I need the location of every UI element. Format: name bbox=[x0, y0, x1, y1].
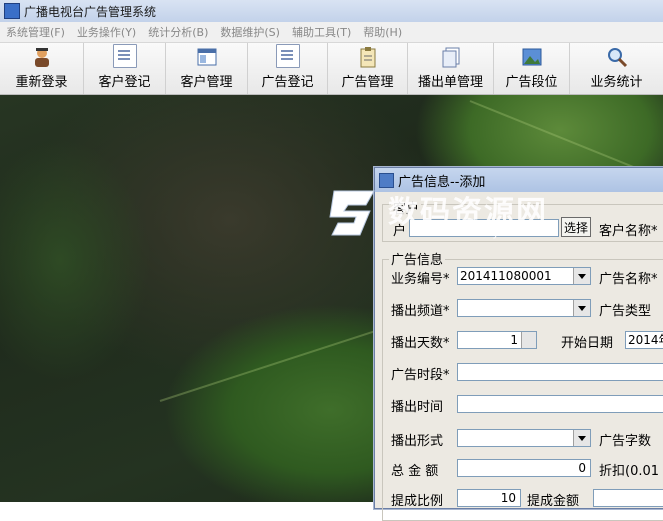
ad-register-button[interactable]: 广告登记 bbox=[248, 43, 328, 94]
customer-register-label: 客户登记 bbox=[98, 75, 151, 90]
magnifier-icon bbox=[606, 46, 628, 68]
menu-data-maintenance[interactable]: 数据维护(S) bbox=[214, 24, 286, 40]
menu-help[interactable]: 帮助(H) bbox=[357, 24, 408, 40]
business-stats-label: 业务统计 bbox=[590, 75, 643, 90]
leaf-vein bbox=[159, 328, 380, 402]
ad-slot-button[interactable]: 广告段位 bbox=[494, 43, 570, 94]
customer-manage-label: 客户管理 bbox=[180, 75, 233, 90]
watermark-logo-icon bbox=[329, 190, 375, 236]
broadcast-list-label: 播出单管理 bbox=[417, 75, 483, 90]
ad-register-label: 广告登记 bbox=[261, 75, 314, 90]
business-no-field[interactable]: 201411080001 bbox=[457, 267, 591, 285]
ad-type-label: 广告类型 bbox=[599, 304, 652, 319]
total-amount-value: 0 bbox=[578, 461, 586, 475]
watermark: 数码资源网 www.smzy.com bbox=[326, 183, 566, 243]
document-icon bbox=[112, 44, 137, 68]
toolbar: 重新登录 客户登记 客户管理 广告登记 广告管理 播出单管理 广告段位 业务统计 bbox=[0, 43, 663, 95]
commission-amount-field[interactable] bbox=[593, 489, 663, 507]
relogin-label: 重新登录 bbox=[15, 75, 68, 90]
clipboard-icon bbox=[357, 46, 379, 68]
ad-slot-field-label: 广告时段* bbox=[391, 368, 450, 383]
ad-manage-button[interactable]: 广告管理 bbox=[328, 43, 408, 94]
broadcast-form-select[interactable] bbox=[457, 429, 591, 447]
chevron-down-icon[interactable] bbox=[573, 430, 590, 446]
document-icon bbox=[275, 44, 300, 68]
broadcast-time-field[interactable] bbox=[457, 395, 663, 413]
business-no-label: 业务编号* bbox=[391, 272, 450, 287]
app-icon bbox=[4, 3, 20, 19]
broadcast-form-label: 播出形式 bbox=[391, 434, 444, 449]
stepper-arrows-icon[interactable] bbox=[521, 332, 536, 348]
broadcast-list-button[interactable]: 播出单管理 bbox=[408, 43, 494, 94]
app-titlebar: 广播电视台广告管理系统 bbox=[0, 0, 663, 22]
days-stepper[interactable]: 1 bbox=[457, 331, 537, 349]
broadcast-time-label: 播出时间 bbox=[391, 400, 444, 415]
menubar: 系统管理(F) 业务操作(Y) 统计分析(B) 数据维护(S) 辅助工具(T) … bbox=[0, 22, 663, 43]
commission-ratio-label: 提成比例 bbox=[391, 494, 444, 509]
menu-system[interactable]: 系统管理(F) bbox=[0, 24, 71, 40]
ad-slot-field[interactable] bbox=[457, 363, 663, 381]
customer-name-label: 客户名称* bbox=[599, 224, 658, 239]
watermark-url: www.smzy.com bbox=[436, 225, 528, 239]
days-label: 播出天数* bbox=[391, 336, 450, 351]
start-date-value: 2014年 bbox=[628, 333, 663, 347]
channel-select[interactable] bbox=[457, 299, 591, 317]
commission-ratio-value: 10 bbox=[500, 491, 516, 505]
ad-name-label: 广告名称* bbox=[599, 272, 658, 287]
menu-tools[interactable]: 辅助工具(T) bbox=[286, 24, 357, 40]
commission-amount-label: 提成金额 bbox=[527, 494, 580, 509]
customer-manage-button[interactable]: 客户管理 bbox=[166, 43, 248, 94]
documents-icon bbox=[440, 46, 462, 68]
channel-label: 播出频道* bbox=[391, 304, 450, 319]
picture-icon bbox=[521, 46, 543, 68]
menu-statistics[interactable]: 统计分析(B) bbox=[142, 24, 214, 40]
days-value: 1 bbox=[510, 333, 518, 347]
business-stats-button[interactable]: 业务统计 bbox=[570, 43, 663, 94]
total-amount-field[interactable]: 0 bbox=[457, 459, 591, 477]
ad-slot-label: 广告段位 bbox=[505, 75, 558, 90]
discount-label: 折扣(0.01 bbox=[599, 464, 660, 479]
ad-info-group-title: 广告信息 bbox=[389, 249, 446, 268]
window-icon bbox=[196, 46, 218, 68]
word-count-label: 广告字数 bbox=[599, 434, 652, 449]
ad-manage-label: 广告管理 bbox=[341, 75, 394, 90]
customer-register-button[interactable]: 客户登记 bbox=[84, 43, 166, 94]
start-date-label: 开始日期 bbox=[561, 336, 614, 351]
chevron-down-icon[interactable] bbox=[573, 268, 590, 284]
relogin-button[interactable]: 重新登录 bbox=[0, 43, 84, 94]
total-amount-label: 总 金 额 bbox=[391, 464, 439, 479]
business-no-value: 201411080001 bbox=[460, 269, 552, 283]
chevron-down-icon[interactable] bbox=[573, 300, 590, 316]
app-title: 广播电视台广告管理系统 bbox=[24, 4, 157, 19]
start-date-field[interactable]: 2014年 bbox=[625, 331, 663, 349]
leaf-vein bbox=[469, 100, 647, 174]
user-login-icon bbox=[31, 46, 53, 68]
menu-business[interactable]: 业务操作(Y) bbox=[71, 24, 142, 40]
commission-ratio-field[interactable]: 10 bbox=[457, 489, 521, 507]
